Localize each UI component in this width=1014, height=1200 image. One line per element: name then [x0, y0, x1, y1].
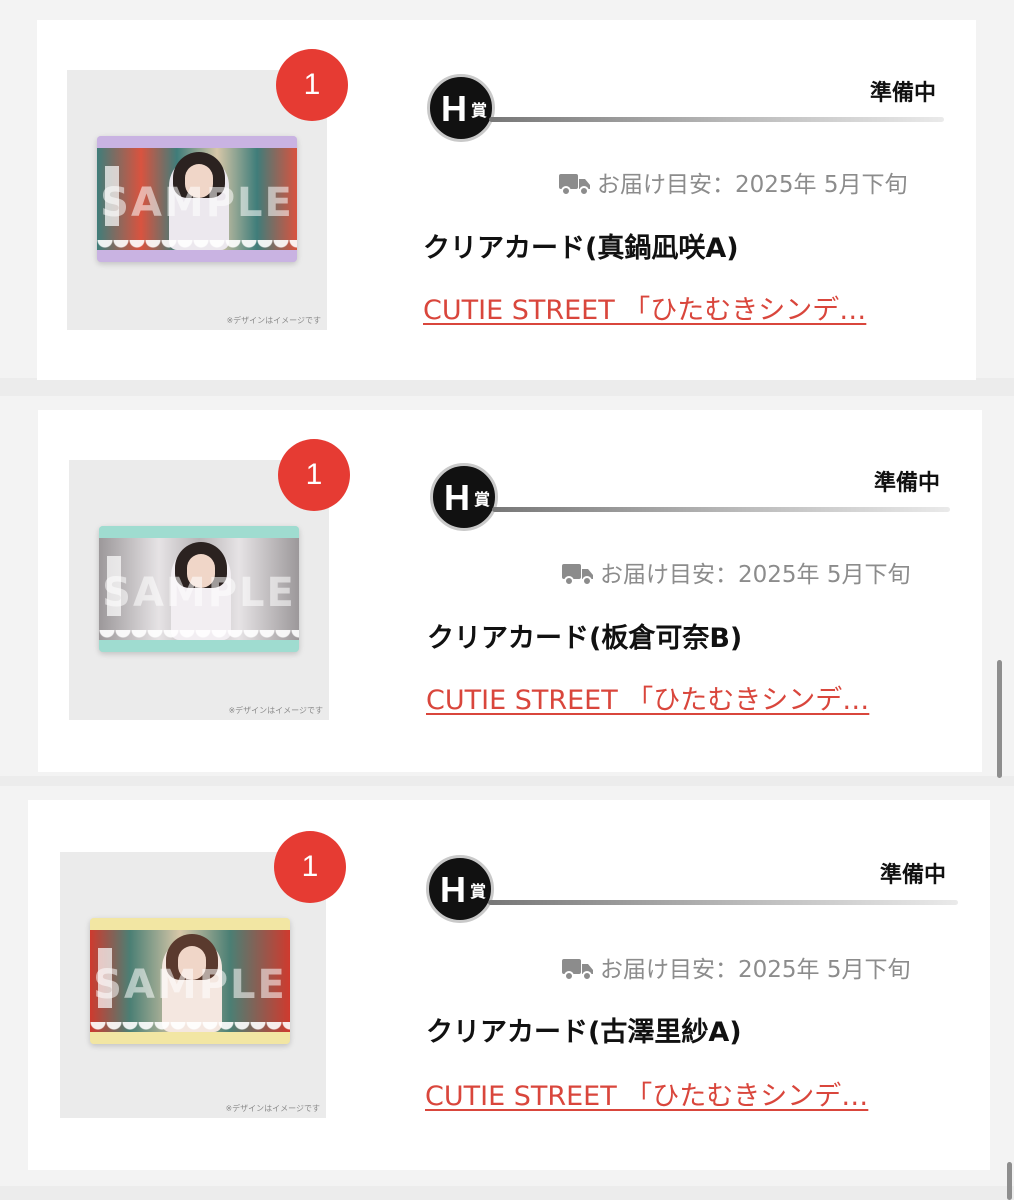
prize-rank-icon: H賞 — [426, 855, 494, 923]
order-status: 準備中 — [880, 863, 947, 888]
sample-watermark: SAMPLE — [93, 962, 287, 1008]
delivery-estimate: お届け目安：2025年 5月下旬 — [559, 165, 907, 199]
order-status: 準備中 — [870, 81, 937, 106]
image-disclaimer: ※デザインはイメージです — [228, 706, 323, 715]
product-link[interactable]: CUTIE STREET 「ひたむきシンデ… — [426, 678, 869, 717]
product-link[interactable]: CUTIE STREET 「ひたむきシンデ… — [423, 288, 866, 327]
image-disclaimer: ※デザインはイメージです — [226, 316, 321, 325]
scrollbar-thumb[interactable] — [997, 660, 1002, 778]
quantity-badge: 1 — [278, 439, 350, 511]
sample-watermark: SAMPLE — [102, 570, 296, 616]
product-name: クリアカード(板倉可奈B) — [427, 623, 743, 654]
truck-icon — [562, 959, 593, 981]
truck-icon — [562, 564, 593, 586]
order-item-card: SAMPLE ※デザインはイメージです 1 H賞 準備中 お届け目安：2025年… — [28, 800, 990, 1170]
order-status: 準備中 — [874, 471, 941, 496]
sample-watermark: SAMPLE — [100, 180, 294, 226]
delivery-estimate: お届け目安：2025年 5月下旬 — [562, 950, 910, 984]
delivery-estimate: お届け目安：2025年 5月下旬 — [562, 555, 910, 589]
divider-line — [492, 507, 950, 512]
divider-line — [489, 117, 944, 122]
clear-card-image: SAMPLE — [99, 526, 299, 652]
divider-line — [488, 900, 958, 905]
clear-card-image: SAMPLE — [97, 136, 297, 262]
truck-icon — [559, 174, 590, 196]
prize-rank-icon: H賞 — [430, 463, 498, 531]
product-link[interactable]: CUTIE STREET 「ひたむきシンデ… — [425, 1074, 868, 1113]
order-item-card: SAMPLE ※デザインはイメージです 1 H賞 準備中 お届け目安：2025年… — [37, 20, 976, 380]
image-disclaimer: ※デザインはイメージです — [225, 1104, 320, 1113]
product-name: クリアカード(古澤里紗A) — [426, 1017, 742, 1048]
quantity-badge: 1 — [274, 831, 346, 903]
prize-rank-icon: H賞 — [427, 74, 495, 142]
order-item-card: SAMPLE ※デザインはイメージです 1 H賞 準備中 お届け目安：2025年… — [38, 410, 982, 772]
product-name: クリアカード(真鍋凪咲A) — [423, 233, 739, 264]
scrollbar-thumb[interactable] — [1007, 1162, 1012, 1200]
quantity-badge: 1 — [276, 49, 348, 121]
clear-card-image: SAMPLE — [90, 918, 290, 1044]
